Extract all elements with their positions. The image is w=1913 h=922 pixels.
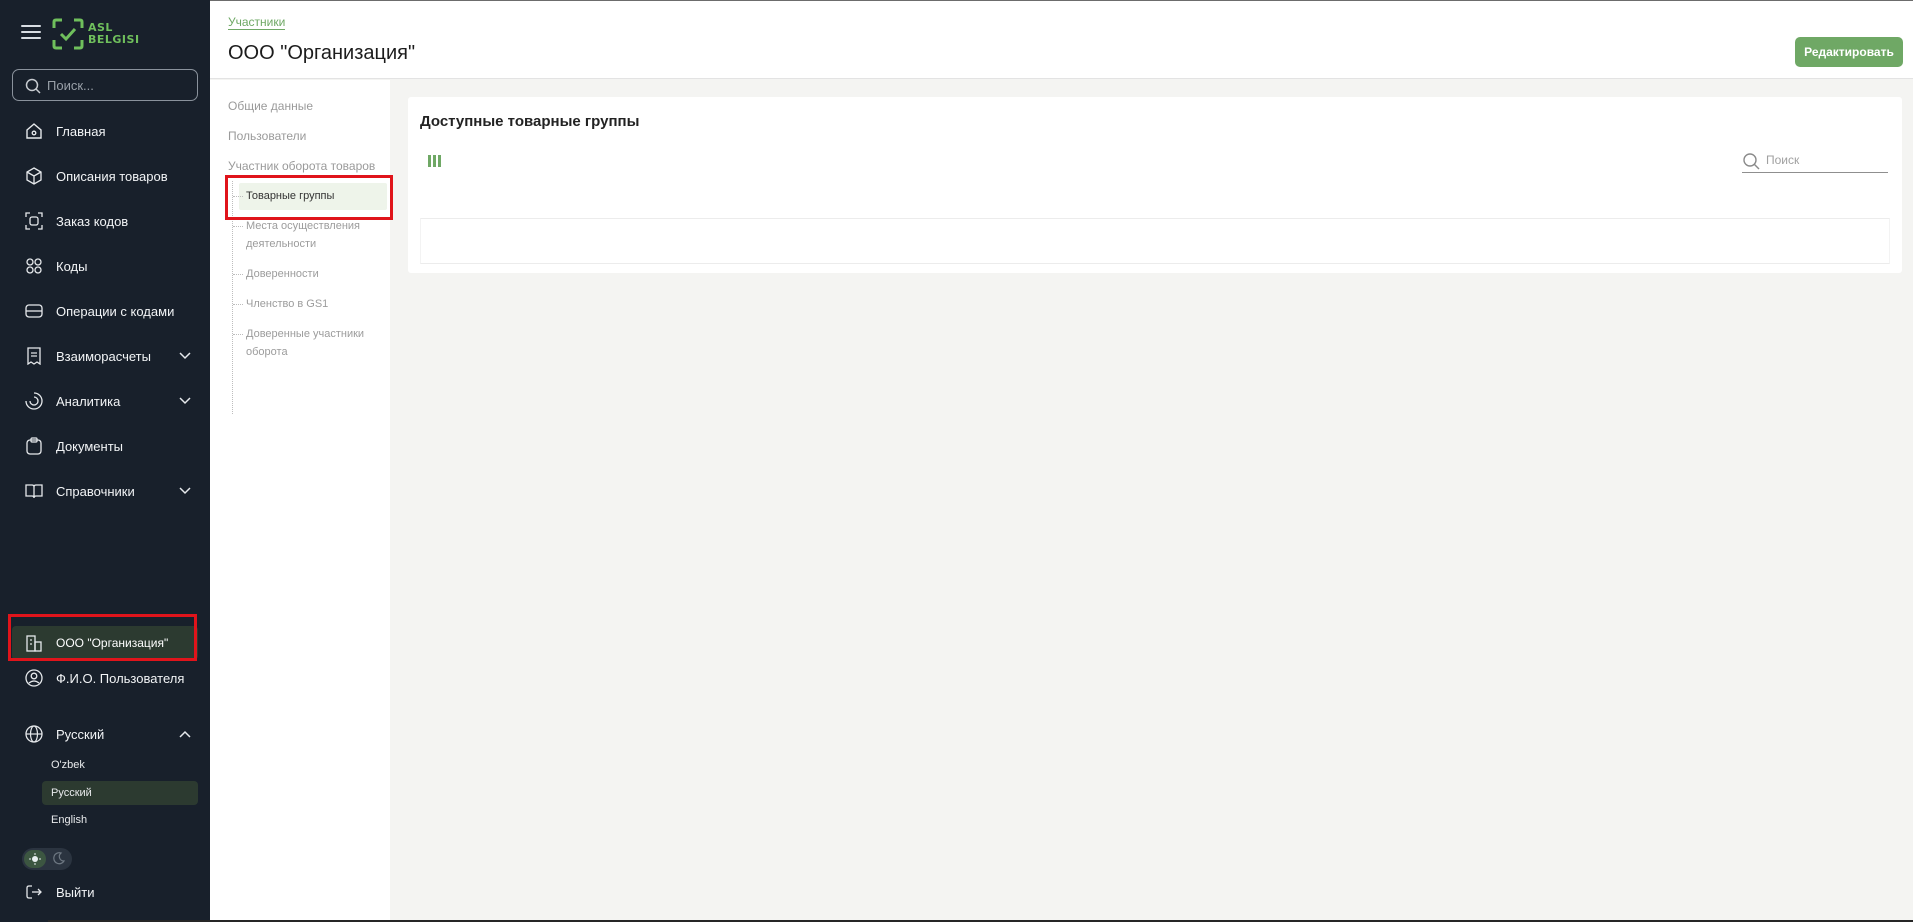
section-participant[interactable]: Участник оборота товаров — [228, 159, 375, 173]
language-option-english[interactable]: English — [42, 808, 198, 832]
sidebar-item-logout[interactable]: Выйти — [12, 875, 198, 909]
sidebar: ASL BELGISI Главная Описания товаров Зак… — [0, 0, 210, 922]
sidebar-item-documents[interactable]: Документы — [12, 429, 198, 463]
breadcrumb[interactable]: Участники — [228, 15, 286, 30]
sidebar-item-label: Взаиморасчеты — [56, 348, 151, 364]
chevron-down-icon[interactable] — [178, 394, 192, 408]
logo-icon — [52, 18, 84, 50]
sidebar-item-label: Аналитика — [56, 393, 121, 409]
columns-icon[interactable] — [428, 155, 442, 167]
highlight-box-organization — [8, 614, 197, 661]
section-places-of-activity[interactable]: Места осуществления деятельности — [233, 217, 376, 253]
sidebar-item-label: Главная — [56, 123, 106, 139]
page-title: ООО "Организация" — [228, 42, 416, 64]
sidebar-item-analytics[interactable]: Аналитика — [12, 384, 198, 418]
product-groups-table — [420, 218, 1890, 264]
home-icon — [24, 121, 44, 141]
product-groups-card: Доступные товарные группы — [408, 97, 1902, 273]
operations-icon — [24, 301, 44, 321]
menu-icon[interactable] — [21, 25, 41, 41]
section-powers-of-attorney[interactable]: Доверенности — [233, 265, 319, 283]
user-icon — [24, 668, 44, 688]
sidebar-item-label: Заказ кодов — [56, 213, 129, 229]
sidebar-item-home[interactable]: Главная — [12, 114, 198, 148]
section-general-data[interactable]: Общие данные — [228, 99, 313, 113]
logout-icon — [24, 882, 44, 902]
sidebar-item-label: Коды — [56, 258, 88, 274]
logout-label: Выйти — [56, 884, 95, 900]
clipboard-icon — [24, 436, 44, 456]
sidebar-item-label: Документы — [56, 438, 124, 454]
sidebar-item-code-operations[interactable]: Операции с кодами — [12, 294, 198, 328]
sidebar-search[interactable] — [12, 69, 198, 101]
moon-icon — [53, 852, 66, 865]
sun-icon — [24, 850, 46, 868]
card-title: Доступные товарные группы — [420, 113, 640, 130]
sidebar-item-label: Описания товаров — [56, 168, 168, 184]
language-option-russian[interactable]: Русский — [42, 781, 198, 805]
sidebar-header: ASL BELGISI — [0, 0, 210, 68]
sidebar-item-language[interactable]: Русский — [12, 717, 198, 751]
cube-icon — [24, 166, 44, 186]
chevron-up-icon[interactable] — [178, 727, 192, 741]
section-users[interactable]: Пользователи — [228, 129, 306, 143]
scan-icon — [24, 211, 44, 231]
sidebar-item-label: Операции с кодами — [56, 303, 175, 319]
table-search[interactable] — [1742, 151, 1888, 173]
search-icon — [1743, 153, 1760, 170]
theme-toggle[interactable] — [22, 848, 72, 870]
logo-text: ASL BELGISI — [88, 22, 140, 46]
section-trusted-participants[interactable]: Доверенные участники оборота — [233, 325, 376, 361]
language-current: Русский — [56, 726, 105, 742]
edit-button[interactable]: Редактировать — [1795, 37, 1903, 67]
sidebar-item-label: Справочники — [56, 483, 135, 499]
logo-text-line2: BELGISI — [88, 33, 140, 46]
language-option-uzbek[interactable]: O'zbek — [42, 753, 198, 777]
highlight-box-product-groups — [225, 175, 393, 220]
section-gs1-membership[interactable]: Членство в GS1 — [232, 295, 328, 313]
search-icon — [25, 78, 41, 94]
codes-icon — [24, 256, 44, 276]
sidebar-item-settlements[interactable]: Взаиморасчеты — [12, 339, 198, 373]
sidebar-item-user[interactable]: Ф.И.О. Пользователя — [12, 661, 198, 695]
table-search-input[interactable] — [1766, 153, 1884, 167]
sidebar-item-references[interactable]: Справочники — [12, 474, 198, 508]
analytics-icon — [24, 391, 44, 411]
page-header: Участники ООО "Организация" Редактироват… — [210, 0, 1913, 79]
chevron-down-icon[interactable] — [178, 349, 192, 363]
logo[interactable]: ASL BELGISI — [52, 18, 140, 52]
user-name: Ф.И.О. Пользователя — [56, 670, 185, 686]
receipt-icon — [24, 346, 44, 366]
sidebar-item-product-descriptions[interactable]: Описания товаров — [12, 159, 198, 193]
sidebar-item-code-order[interactable]: Заказ кодов — [12, 204, 198, 238]
chevron-down-icon[interactable] — [178, 484, 192, 498]
sidebar-item-codes[interactable]: Коды — [12, 249, 198, 283]
sidebar-search-input[interactable] — [47, 76, 187, 94]
book-icon — [24, 481, 44, 501]
globe-icon — [24, 724, 44, 744]
